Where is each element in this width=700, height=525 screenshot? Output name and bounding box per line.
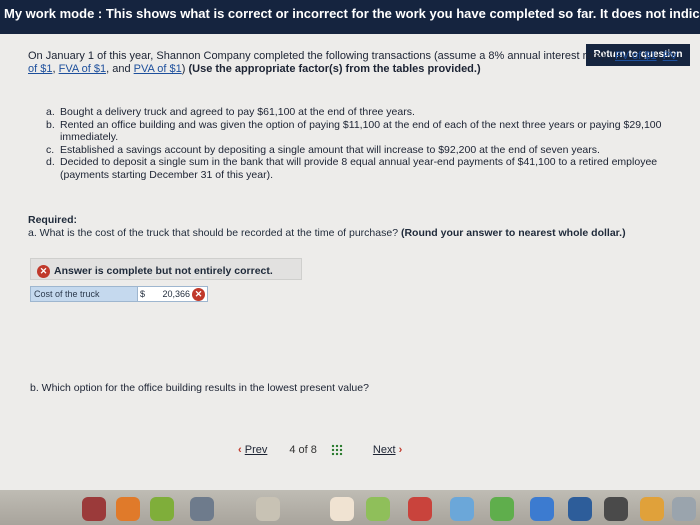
- app-icon[interactable]: [530, 497, 554, 521]
- page-of: of: [298, 444, 308, 456]
- question-b: b. Which option for the office building …: [30, 382, 369, 394]
- list-item: a. Bought a delivery truck and agreed to…: [46, 106, 686, 119]
- next-button[interactable]: Next ›: [373, 444, 402, 456]
- prev-button[interactable]: ‹ Prev: [238, 444, 267, 456]
- item-label: d.: [46, 156, 55, 168]
- current-page: 4: [289, 444, 296, 456]
- prev-label: Prev: [244, 444, 268, 456]
- fva-of-1-link[interactable]: FVA of $1: [59, 63, 107, 75]
- app-icon[interactable]: [450, 497, 474, 521]
- app-icon[interactable]: [490, 497, 514, 521]
- required-heading: Required:: [28, 214, 78, 226]
- app-icon[interactable]: [408, 497, 432, 521]
- page-indicator: 4 of 8: [289, 444, 317, 456]
- cost-of-truck-input[interactable]: $ 20,366 ✕: [138, 286, 208, 302]
- chevron-right-icon: ›: [398, 444, 403, 456]
- grid-view-icon[interactable]: [330, 444, 343, 456]
- problem-intro: On January 1 of this year, Shannon Compa…: [28, 50, 678, 76]
- intro-text: On January 1 of this year, Shannon Compa…: [28, 50, 615, 62]
- mode-banner: My work mode : This shows what is correc…: [0, 0, 700, 34]
- item-text: Rented an office building and was given …: [60, 118, 662, 144]
- app-icon[interactable]: [568, 497, 592, 521]
- dock: [0, 490, 700, 525]
- item-label: a.: [46, 106, 55, 118]
- x-circle-icon: ✕: [37, 264, 50, 278]
- question-a-instruction: (Round your answer to nearest whole doll…: [400, 227, 626, 239]
- answer-feedback: ✕ Answer is complete but not entirely co…: [30, 258, 302, 280]
- question-a-text: a. What is the cost of the truck that sh…: [28, 227, 401, 239]
- question-a: a. What is the cost of the truck that sh…: [28, 227, 678, 240]
- incorrect-icon: ✕: [192, 287, 205, 301]
- item-label: c.: [46, 143, 55, 156]
- feedback-text: Answer is complete but not entirely corr…: [54, 265, 273, 277]
- app-icon[interactable]: [150, 497, 174, 521]
- app-icon[interactable]: [366, 497, 390, 521]
- app-icon[interactable]: [604, 497, 628, 521]
- item-text: Decided to deposit a single sum in the b…: [60, 156, 658, 181]
- pagination: ‹ Prev 4 of 8 Next ›: [238, 440, 458, 460]
- app-icon[interactable]: [640, 497, 664, 521]
- item-text: Established a savings account by deposit…: [60, 143, 600, 156]
- answer-row: Cost of the truck $ 20,366 ✕: [30, 286, 208, 302]
- transaction-list: a. Bought a delivery truck and agreed to…: [46, 106, 686, 181]
- item-label: b.: [46, 118, 55, 131]
- answer-value: 20,366: [162, 289, 190, 299]
- pva-of-1-link[interactable]: PVA of $1: [134, 63, 182, 75]
- next-label: Next: [372, 444, 396, 456]
- answer-label: Cost of the truck: [30, 286, 138, 302]
- list-item: d. Decided to deposit a single sum in th…: [46, 156, 686, 181]
- item-text: Bought a delivery truck and agreed to pa…: [60, 106, 415, 118]
- app-icon[interactable]: [330, 497, 354, 521]
- total-pages: 8: [310, 444, 317, 456]
- mode-banner-text: My work mode : This shows what is correc…: [4, 6, 700, 21]
- intro-instruction: (Use the appropriate factor(s) from the …: [188, 63, 481, 75]
- app-icon[interactable]: [82, 497, 106, 521]
- intro-separator: , and: [106, 63, 134, 75]
- app-icon[interactable]: [116, 497, 140, 521]
- list-item: b. Rented an office building and was giv…: [46, 119, 686, 144]
- fv-of-1-link[interactable]: FV of $1: [615, 50, 657, 62]
- app-icon[interactable]: [256, 497, 280, 521]
- app-icon[interactable]: [672, 497, 696, 521]
- currency-symbol: $: [140, 289, 146, 299]
- list-item: c. Established a savings account by depo…: [46, 144, 686, 157]
- chevron-left-icon: ‹: [238, 444, 242, 456]
- required-section: Required: a. What is the cost of the tru…: [28, 214, 678, 240]
- app-icon[interactable]: [190, 497, 214, 521]
